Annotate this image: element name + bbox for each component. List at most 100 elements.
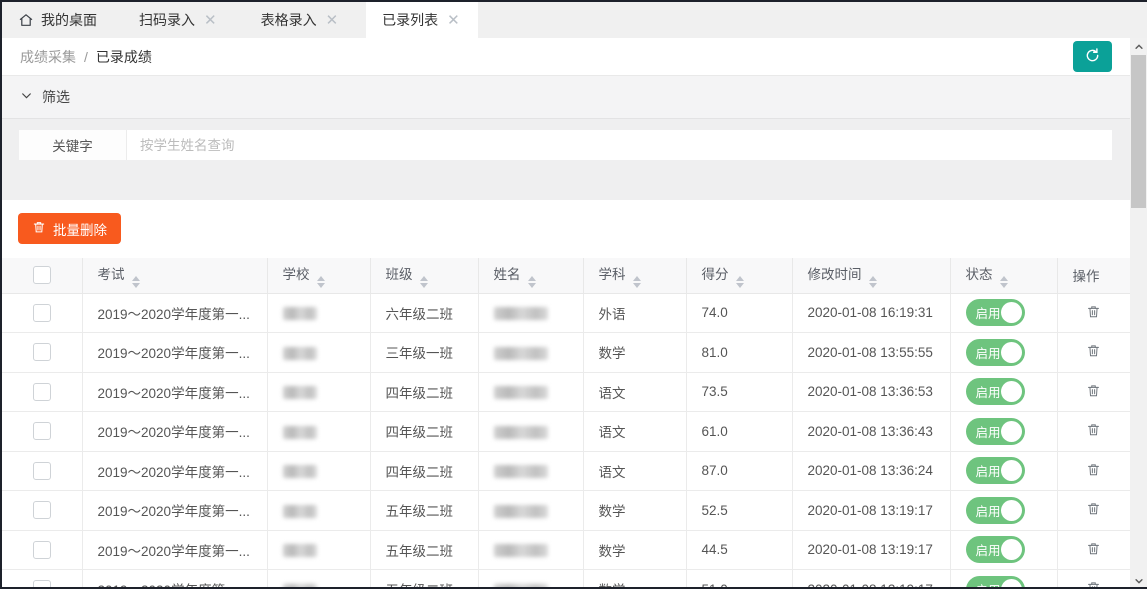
- cell-status: 启用: [950, 412, 1057, 452]
- status-label: 启用: [976, 540, 1001, 559]
- scroll-up-arrow[interactable]: [1130, 38, 1147, 55]
- delete-row-icon[interactable]: [1086, 541, 1101, 556]
- breadcrumb-parent[interactable]: 成绩采集: [20, 47, 76, 67]
- close-icon[interactable]: ✕: [202, 13, 219, 28]
- scrollbar-thumb[interactable]: [1131, 55, 1146, 208]
- cell-status: 启用: [950, 570, 1057, 589]
- trash-icon: [32, 220, 46, 237]
- sort-icon[interactable]: [1000, 276, 1008, 288]
- cell-exam: 2019～2020学年度第一...: [82, 372, 267, 412]
- status-toggle[interactable]: 启用: [966, 339, 1025, 366]
- batch-delete-button[interactable]: 批量删除: [18, 213, 121, 244]
- row-checkbox[interactable]: [33, 580, 51, 589]
- status-toggle[interactable]: 启用: [966, 576, 1025, 589]
- cell-exam: 2019～2020学年度第一...: [82, 293, 267, 333]
- row-checkbox[interactable]: [33, 462, 51, 480]
- tab-label: 表格录入: [261, 10, 317, 30]
- status-toggle[interactable]: 启用: [966, 418, 1025, 445]
- row-checkbox[interactable]: [33, 343, 51, 361]
- select-all-checkbox[interactable]: [33, 266, 51, 284]
- col-subject[interactable]: 学科: [583, 258, 686, 293]
- cell-name: [478, 412, 583, 452]
- cell-status: 启用: [950, 333, 1057, 373]
- cell-actions: [1057, 570, 1130, 589]
- delete-row-icon[interactable]: [1086, 501, 1101, 516]
- table-row: 2019～2020学年度第一... 五年级二班 数学 52.5 2020-01-…: [2, 491, 1130, 531]
- status-toggle[interactable]: 启用: [966, 378, 1025, 405]
- vertical-scrollbar[interactable]: [1130, 38, 1147, 589]
- sort-icon[interactable]: [317, 276, 325, 288]
- col-modified[interactable]: 修改时间: [792, 258, 950, 293]
- cell-subject: 语文: [583, 412, 686, 452]
- cell-modified: 2020-01-08 13:36:53: [792, 372, 950, 412]
- app-window: 我的桌面 扫码录入 ✕ 表格录入 ✕ 已录列表 ✕ 成绩采集 / 已录成绩: [0, 0, 1147, 589]
- delete-row-icon[interactable]: [1086, 383, 1101, 398]
- redacted-name-value: [494, 584, 548, 589]
- row-checkbox[interactable]: [33, 304, 51, 322]
- delete-row-icon[interactable]: [1086, 462, 1101, 477]
- cell-modified: 2020-01-08 13:36:43: [792, 412, 950, 452]
- redacted-school-value: [283, 584, 317, 589]
- cell-exam: 2019～2020学年度第一...: [82, 451, 267, 491]
- tab-scan-entry[interactable]: 扫码录入 ✕: [123, 2, 235, 38]
- cell-actions: [1057, 491, 1130, 531]
- keyword-input[interactable]: [127, 130, 1112, 160]
- sort-icon[interactable]: [528, 276, 536, 288]
- cell-subject: 数学: [583, 570, 686, 589]
- sort-icon[interactable]: [132, 276, 140, 288]
- sort-icon[interactable]: [420, 276, 428, 288]
- table-row: 2019～2020学年度第一... 五年级二班 数学 51.0 2020-01-…: [2, 570, 1130, 589]
- filter-section-toggle[interactable]: 筛选: [2, 76, 1130, 119]
- col-exam[interactable]: 考试: [82, 258, 267, 293]
- cell-name: [478, 293, 583, 333]
- cell-actions: [1057, 530, 1130, 570]
- cell-score: 73.5: [686, 372, 792, 412]
- cell-class: 四年级二班: [370, 412, 478, 452]
- delete-row-icon[interactable]: [1086, 304, 1101, 319]
- table-panel: 批量删除 考试 学校 班级 姓名 学科: [2, 200, 1130, 589]
- scroll-down-arrow[interactable]: [1130, 572, 1147, 589]
- status-label: 启用: [976, 501, 1001, 520]
- delete-row-icon[interactable]: [1086, 580, 1101, 589]
- col-name[interactable]: 姓名: [478, 258, 583, 293]
- cell-score: 61.0: [686, 412, 792, 452]
- row-checkbox[interactable]: [33, 541, 51, 559]
- row-checkbox[interactable]: [33, 383, 51, 401]
- home-icon: [18, 12, 34, 28]
- status-label: 启用: [976, 461, 1001, 480]
- tab-table-entry[interactable]: 表格录入 ✕: [245, 2, 357, 38]
- tab-recorded-list[interactable]: 已录列表 ✕: [366, 2, 478, 38]
- scores-table: 考试 学校 班级 姓名 学科 得分 修改时间 状态 操作 2019～2020学年…: [2, 258, 1130, 589]
- sort-icon[interactable]: [869, 276, 877, 288]
- cell-class: 六年级二班: [370, 293, 478, 333]
- close-icon[interactable]: ✕: [445, 13, 462, 28]
- status-toggle[interactable]: 启用: [966, 497, 1025, 524]
- sort-icon[interactable]: [633, 276, 641, 288]
- refresh-icon: [1084, 47, 1101, 67]
- cell-modified: 2020-01-08 13:55:55: [792, 333, 950, 373]
- col-status[interactable]: 状态: [950, 258, 1057, 293]
- tab-my-desktop[interactable]: 我的桌面: [2, 2, 113, 38]
- status-label: 启用: [976, 580, 1001, 589]
- close-icon[interactable]: ✕: [324, 13, 341, 28]
- status-toggle[interactable]: 启用: [966, 457, 1025, 484]
- delete-row-icon[interactable]: [1086, 343, 1101, 358]
- refresh-button[interactable]: [1073, 41, 1112, 72]
- status-toggle[interactable]: 启用: [966, 536, 1025, 563]
- row-checkbox[interactable]: [33, 422, 51, 440]
- sort-icon[interactable]: [736, 276, 744, 288]
- cell-score: 44.5: [686, 530, 792, 570]
- cell-status: 启用: [950, 372, 1057, 412]
- cell-school: [267, 293, 370, 333]
- cell-exam: 2019～2020学年度第一...: [82, 491, 267, 531]
- row-checkbox[interactable]: [33, 501, 51, 519]
- cell-school: [267, 412, 370, 452]
- cell-class: 四年级二班: [370, 451, 478, 491]
- col-school[interactable]: 学校: [267, 258, 370, 293]
- col-class[interactable]: 班级: [370, 258, 478, 293]
- col-score[interactable]: 得分: [686, 258, 792, 293]
- delete-row-icon[interactable]: [1086, 422, 1101, 437]
- status-toggle[interactable]: 启用: [966, 299, 1025, 326]
- table-row: 2019～2020学年度第一... 四年级二班 语文 61.0 2020-01-…: [2, 412, 1130, 452]
- redacted-name-value: [494, 347, 548, 360]
